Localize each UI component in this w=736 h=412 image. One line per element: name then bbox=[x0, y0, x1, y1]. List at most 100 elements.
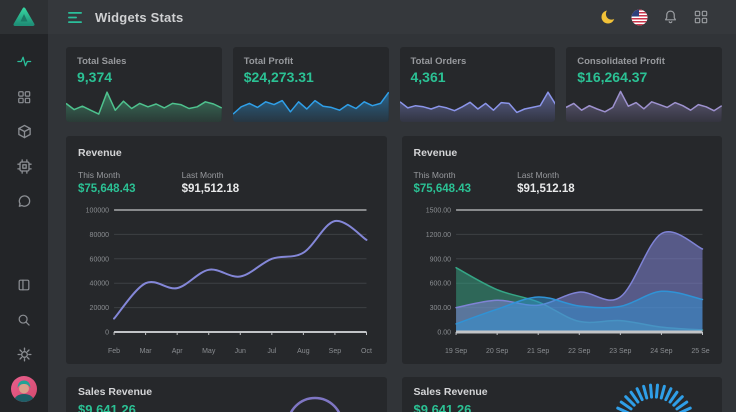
search-icon bbox=[17, 313, 31, 327]
metric-value: $75,648.43 bbox=[78, 183, 136, 195]
svg-text:22 Sep: 22 Sep bbox=[568, 348, 590, 355]
gear-icon bbox=[17, 347, 32, 362]
moon-icon bbox=[600, 9, 616, 25]
revenue-card-daily: Revenue This Month $75,648.43 Last Month… bbox=[402, 136, 723, 364]
stat-value: 4,361 bbox=[411, 69, 545, 85]
stat-value: $24,273.31 bbox=[244, 69, 378, 85]
svg-text:19 Sep: 19 Sep bbox=[444, 348, 466, 355]
stat-card-total-profit[interactable]: Total Profit $24,273.31 bbox=[233, 47, 389, 122]
metric-value: $91,512.18 bbox=[182, 183, 240, 195]
metric-label: This Month bbox=[78, 170, 136, 180]
metric-label: Last Month bbox=[182, 170, 240, 180]
sidebar bbox=[0, 0, 48, 412]
chat-icon bbox=[17, 194, 32, 209]
sparkline-chart bbox=[566, 88, 722, 122]
metric-value: $75,648.43 bbox=[414, 183, 472, 195]
metric-value: $91,512.18 bbox=[517, 183, 575, 195]
sidebar-item-activity[interactable] bbox=[0, 44, 48, 79]
stat-label: Total Profit bbox=[244, 56, 378, 67]
user-avatar[interactable] bbox=[0, 372, 48, 406]
svg-text:25 Sep: 25 Sep bbox=[691, 348, 710, 355]
stat-card-total-orders[interactable]: Total Orders 4,361 bbox=[400, 47, 556, 122]
sidebar-item-settings[interactable] bbox=[0, 337, 48, 372]
sidebar-item-dashboard[interactable] bbox=[0, 79, 48, 114]
svg-text:Jul: Jul bbox=[267, 348, 276, 355]
metric-this-month: This Month $75,648.43 bbox=[78, 170, 136, 195]
sidebar-item-products[interactable] bbox=[0, 114, 48, 149]
svg-text:Aug: Aug bbox=[297, 348, 310, 355]
sparkline-chart bbox=[66, 88, 222, 122]
stat-value: $16,264.37 bbox=[577, 69, 711, 85]
app-window: Widgets Stats bbox=[0, 0, 736, 412]
sidebar-item-search[interactable] bbox=[0, 302, 48, 337]
sidebar-item-messages[interactable] bbox=[0, 184, 48, 219]
apps-menu-button[interactable] bbox=[692, 8, 710, 26]
svg-text:80000: 80000 bbox=[90, 232, 110, 239]
theme-toggle-button[interactable] bbox=[599, 8, 617, 26]
revenue-card-monthly: Revenue This Month $75,648.43 Last Month… bbox=[66, 136, 387, 364]
svg-text:60000: 60000 bbox=[90, 256, 110, 263]
metrics: This Month $75,648.43 Last Month $91,512… bbox=[78, 170, 375, 195]
svg-text:600.00: 600.00 bbox=[429, 281, 451, 288]
svg-text:May: May bbox=[202, 348, 216, 355]
svg-text:Mar: Mar bbox=[140, 348, 153, 355]
svg-text:Apr: Apr bbox=[172, 348, 184, 355]
svg-text:Jun: Jun bbox=[235, 348, 246, 355]
stat-label: Total Sales bbox=[77, 56, 211, 67]
svg-text:0.00: 0.00 bbox=[437, 330, 451, 337]
stat-label: Total Orders bbox=[411, 56, 545, 67]
page-title: Widgets Stats bbox=[95, 10, 183, 25]
svg-text:300.00: 300.00 bbox=[429, 305, 451, 312]
svg-text:900.00: 900.00 bbox=[429, 256, 451, 263]
metric-label: Last Month bbox=[517, 170, 575, 180]
line-chart-monthly[interactable]: 100000 80000 60000 40000 20000 0 Feb Mar Apr May J… bbox=[78, 200, 375, 363]
bell-icon bbox=[663, 9, 678, 25]
stat-card-consolidated-profit[interactable]: Consolidated Profit $16,264.37 bbox=[566, 47, 722, 122]
svg-text:Oct: Oct bbox=[361, 348, 372, 355]
stat-label: Consolidated Profit bbox=[577, 56, 711, 67]
svg-text:40000: 40000 bbox=[90, 281, 110, 288]
svg-text:Feb: Feb bbox=[108, 348, 120, 355]
svg-text:0: 0 bbox=[105, 330, 109, 337]
svg-text:20000: 20000 bbox=[90, 305, 110, 312]
metrics: This Month $75,648.43 Last Month $91,512… bbox=[414, 170, 711, 195]
hamburger-icon bbox=[68, 11, 83, 24]
svg-text:24 Sep: 24 Sep bbox=[650, 348, 672, 355]
notifications-button[interactable] bbox=[661, 8, 679, 26]
app-logo[interactable] bbox=[0, 0, 48, 34]
svg-text:100000: 100000 bbox=[86, 208, 109, 215]
svg-text:Sep: Sep bbox=[329, 348, 342, 355]
language-flag-button[interactable] bbox=[630, 8, 648, 26]
svg-text:20 Sep: 20 Sep bbox=[486, 348, 508, 355]
sales-revenue-card-left: Sales Revenue $9,641.26 bbox=[66, 377, 387, 412]
svg-text:1200.00: 1200.00 bbox=[425, 232, 450, 239]
bottom-row: Sales Revenue $9,641.26 Sales Revenue $9… bbox=[66, 377, 722, 412]
charts-row: Revenue This Month $75,648.43 Last Month… bbox=[66, 136, 722, 364]
layout-icon bbox=[17, 278, 31, 292]
sidebar-bottom bbox=[0, 267, 48, 412]
stat-value: 9,374 bbox=[77, 69, 211, 85]
dashboard-grid-icon bbox=[17, 90, 31, 104]
apps-grid-icon bbox=[694, 10, 708, 24]
card-title: Revenue bbox=[78, 147, 375, 159]
us-flag-icon bbox=[631, 9, 648, 26]
svg-text:1500.00: 1500.00 bbox=[425, 208, 450, 215]
avatar-image bbox=[11, 376, 37, 402]
sidebar-item-system[interactable] bbox=[0, 149, 48, 184]
activity-icon bbox=[17, 54, 32, 69]
card-title: Revenue bbox=[414, 147, 711, 159]
stats-row: Total Sales 9,374 Total Profit $24,273.3… bbox=[66, 47, 722, 122]
sidebar-nav bbox=[0, 44, 48, 219]
metric-label: This Month bbox=[414, 170, 472, 180]
main-area: Widgets Stats bbox=[48, 0, 736, 412]
svg-text:23 Sep: 23 Sep bbox=[609, 348, 631, 355]
cpu-icon bbox=[17, 159, 32, 174]
donut-chart bbox=[253, 377, 373, 412]
stat-card-total-sales[interactable]: Total Sales 9,374 bbox=[66, 47, 222, 122]
metric-last-month: Last Month $91,512.18 bbox=[182, 170, 240, 195]
area-chart-daily[interactable]: 1500.00 1200.00 900.00 600.00 300.00 0.00 19 S… bbox=[414, 200, 711, 363]
package-icon bbox=[17, 124, 32, 139]
sparkline-chart bbox=[400, 88, 556, 122]
sidebar-item-layout[interactable] bbox=[0, 267, 48, 302]
menu-toggle-button[interactable] bbox=[68, 11, 83, 24]
